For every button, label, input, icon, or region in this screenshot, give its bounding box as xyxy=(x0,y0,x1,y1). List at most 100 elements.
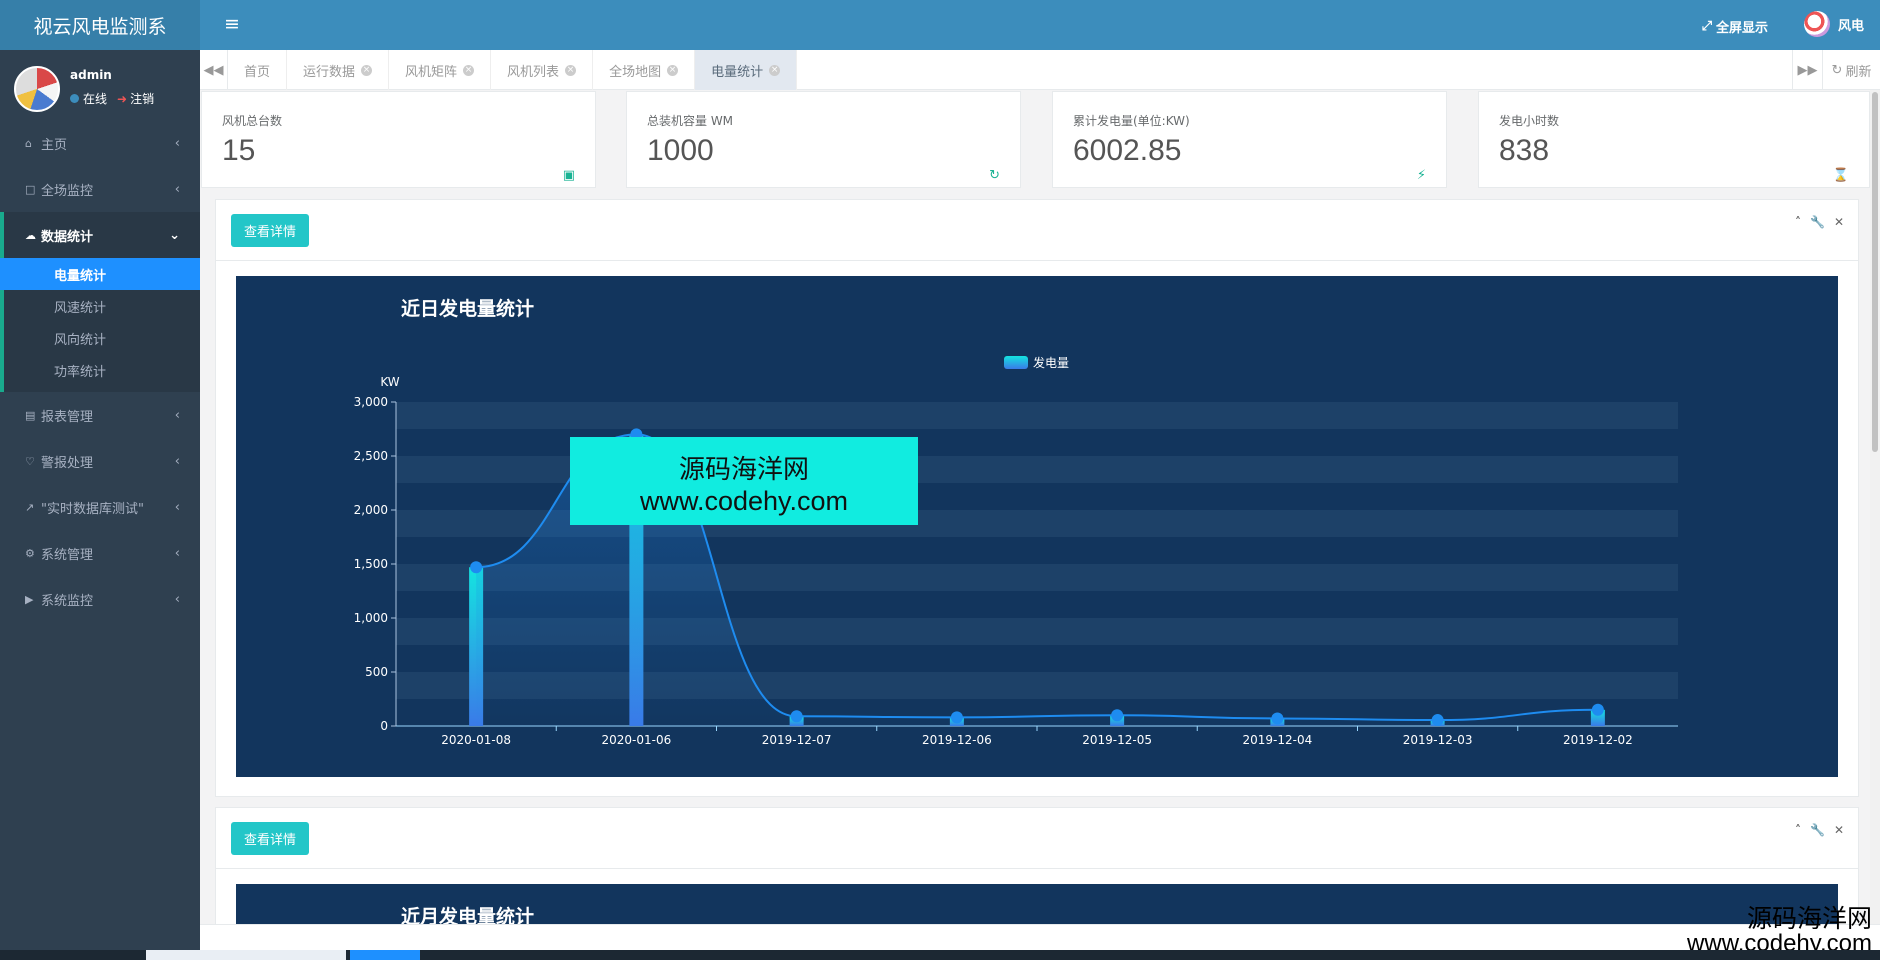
sidebar-item-realtime-db[interactable]: ↗ "实时数据库测试" ‹ xyxy=(0,484,200,530)
chevron-left-icon: ‹ xyxy=(174,135,180,151)
sidebar-item-label: 系统监控 xyxy=(41,593,94,609)
chevron-left-icon: ‹ xyxy=(174,181,180,197)
fullscreen-button[interactable]: ⤢ 全屏显示 xyxy=(1702,17,1768,36)
view-details-button[interactable]: 查看详情 xyxy=(231,822,310,855)
stat-label: 累计发电量(单位:KW) xyxy=(1073,114,1190,128)
sub-item-wind-direction[interactable]: 风向统计 xyxy=(4,322,200,354)
y-tick-label: 1,500 xyxy=(354,557,388,571)
page-scrollbar[interactable] xyxy=(1870,90,1880,924)
x-tick-label: 2020-01-08 xyxy=(441,733,511,747)
fullscreen-label: 全屏显示 xyxy=(1715,21,1768,36)
close-icon[interactable]: × xyxy=(463,64,475,76)
tab-label: 全场地图 xyxy=(609,64,662,80)
monthly-power-chart: 近月发电量统计 xyxy=(236,884,1838,924)
wrench-icon[interactable]: 🔧 xyxy=(1810,823,1825,837)
view-details-button[interactable]: 查看详情 xyxy=(231,214,310,247)
sidebar-item-home[interactable]: ⌂ 主页 ‹ xyxy=(0,120,200,166)
tab-run-data[interactable]: 运行数据 × xyxy=(287,50,390,90)
daily-power-chart: 近日发电量统计 0 500 1,000 1,500 2,000 2,500 3,000 KW 发… xyxy=(236,276,1838,777)
monitor-icon: □ xyxy=(25,182,36,196)
sidebar-item-monitor[interactable]: □ 全场监控 ‹ xyxy=(0,166,200,212)
user-name: 风电 xyxy=(1837,18,1864,34)
collapse-icon[interactable]: ˄ xyxy=(1795,823,1801,837)
scrollbar-thumb[interactable] xyxy=(1872,92,1878,452)
tab-scroll-right-icon[interactable]: ▶▶ xyxy=(1792,50,1822,90)
sidebar-item-sysmonitor[interactable]: ▶ 系统监控 ‹ xyxy=(0,576,200,622)
chevron-left-icon: ‹ xyxy=(174,499,180,515)
y-tick-label: 3,000 xyxy=(354,395,388,409)
panel-tools: ˄ 🔧 ✕ xyxy=(1795,823,1844,837)
profile-avatar xyxy=(14,66,60,112)
sidebar: admin 在线 ➜ 注销 ⌂ 主页 ‹ □ 全场监控 ‹ ☁ 数据统计 ⌄ 电量统计 风速统… xyxy=(0,50,200,960)
close-icon[interactable]: × xyxy=(565,64,577,76)
logout-link[interactable]: ➜ 注销 xyxy=(117,90,154,107)
refresh-button[interactable]: ↻ 刷新 xyxy=(1822,50,1880,90)
tab-home[interactable]: 首页 xyxy=(228,50,288,90)
sidebar-item-label: 警报处理 xyxy=(41,455,94,471)
collapse-icon[interactable]: ˄ xyxy=(1795,215,1801,229)
close-icon[interactable]: × xyxy=(769,64,781,76)
y-tick-label: 2,500 xyxy=(354,449,388,463)
taskbar-search[interactable] xyxy=(146,950,346,960)
stat-card-hours: 发电小时数 838 ⌛ xyxy=(1478,91,1870,188)
online-label: 在线 xyxy=(83,92,108,106)
sub-item-power[interactable]: 电量统计 xyxy=(0,258,200,290)
line-chart-icon: ↗ xyxy=(25,500,35,514)
profile-status: 在线 ➜ 注销 xyxy=(70,90,154,107)
data-point xyxy=(1271,712,1284,725)
cloud-icon: ☁ xyxy=(25,228,36,242)
bolt-icon: ⚡ xyxy=(1416,168,1426,183)
data-point xyxy=(1591,703,1604,716)
stat-card-total-power: 累计发电量(单位:KW) 6002.85 ⚡ xyxy=(1052,91,1447,188)
legend-swatch xyxy=(1004,356,1028,369)
sidebar-item-label: 全场监控 xyxy=(41,183,94,199)
stat-value: 15 xyxy=(222,134,256,167)
chevron-left-icon: ‹ xyxy=(174,591,180,607)
stat-label: 发电小时数 xyxy=(1499,114,1560,128)
sidebar-item-reports[interactable]: ▤ 报表管理 ‹ xyxy=(0,392,200,438)
sidebar-item-label: 主页 xyxy=(41,137,68,153)
top-navbar: ≡ ⤢ 全屏显示 风电 xyxy=(200,0,1880,50)
data-point xyxy=(790,710,803,723)
tab-scroll-left-icon[interactable]: ◀◀ xyxy=(200,50,228,90)
close-icon[interactable]: × xyxy=(667,64,679,76)
tab-turbine-list[interactable]: 风机列表 × xyxy=(491,50,594,90)
data-point xyxy=(470,561,483,574)
refresh-label: 刷新 xyxy=(1845,64,1872,80)
grid-stripe xyxy=(396,402,1678,429)
stat-card-capacity: 总装机容量 WM 1000 ↻ xyxy=(626,91,1021,188)
sidebar-item-alarms[interactable]: ♡ 警报处理 ‹ xyxy=(0,438,200,484)
chevron-left-icon: ‹ xyxy=(174,545,180,561)
sidebar-item-statistics[interactable]: ☁ 数据统计 ⌄ xyxy=(0,212,200,258)
x-tick-label: 2020-01-06 xyxy=(602,733,672,747)
user-menu[interactable]: 风电 xyxy=(1803,11,1864,37)
logout-icon: ➜ xyxy=(117,92,128,106)
sub-item-wind-speed[interactable]: 风速统计 xyxy=(4,290,200,322)
gear-icon: ⚙ xyxy=(25,546,35,560)
stat-label: 总装机容量 WM xyxy=(647,114,734,128)
user-profile: admin 在线 ➜ 注销 xyxy=(0,50,200,120)
app-title: 视云风电监测系 xyxy=(0,0,200,50)
tab-turbine-matrix[interactable]: 风机矩阵 × xyxy=(389,50,492,90)
sidebar-item-system[interactable]: ⚙ 系统管理 ‹ xyxy=(0,530,200,576)
tab-power-stats[interactable]: 电量统计 × xyxy=(695,50,798,90)
panel-tools: ˄ 🔧 ✕ xyxy=(1795,215,1844,229)
x-tick-label: 2019-12-07 xyxy=(762,733,832,747)
taskbar-active-app[interactable] xyxy=(350,950,420,960)
watermark-line1: 源码海洋网 xyxy=(678,455,809,485)
wrench-icon[interactable]: 🔧 xyxy=(1810,215,1825,229)
sub-item-output[interactable]: 功率统计 xyxy=(4,354,200,386)
close-icon[interactable]: ✕ xyxy=(1834,823,1844,837)
close-icon[interactable]: ✕ xyxy=(1834,215,1844,229)
menu-toggle-icon[interactable]: ≡ xyxy=(224,13,240,35)
hourglass-icon: ⌛ xyxy=(1832,168,1849,183)
y-axis-label: KW xyxy=(380,375,399,389)
sidebar-item-label: 数据统计 xyxy=(41,229,94,245)
profile-name: admin xyxy=(70,68,112,82)
stat-card-turbines: 风机总台数 15 ▣ xyxy=(201,91,596,188)
tab-site-map[interactable]: 全场地图 × xyxy=(593,50,696,90)
close-icon[interactable]: × xyxy=(361,64,373,76)
sidebar-item-label: 报表管理 xyxy=(41,409,94,425)
os-taskbar xyxy=(0,950,1880,960)
refresh-icon: ↻ xyxy=(1831,62,1843,78)
